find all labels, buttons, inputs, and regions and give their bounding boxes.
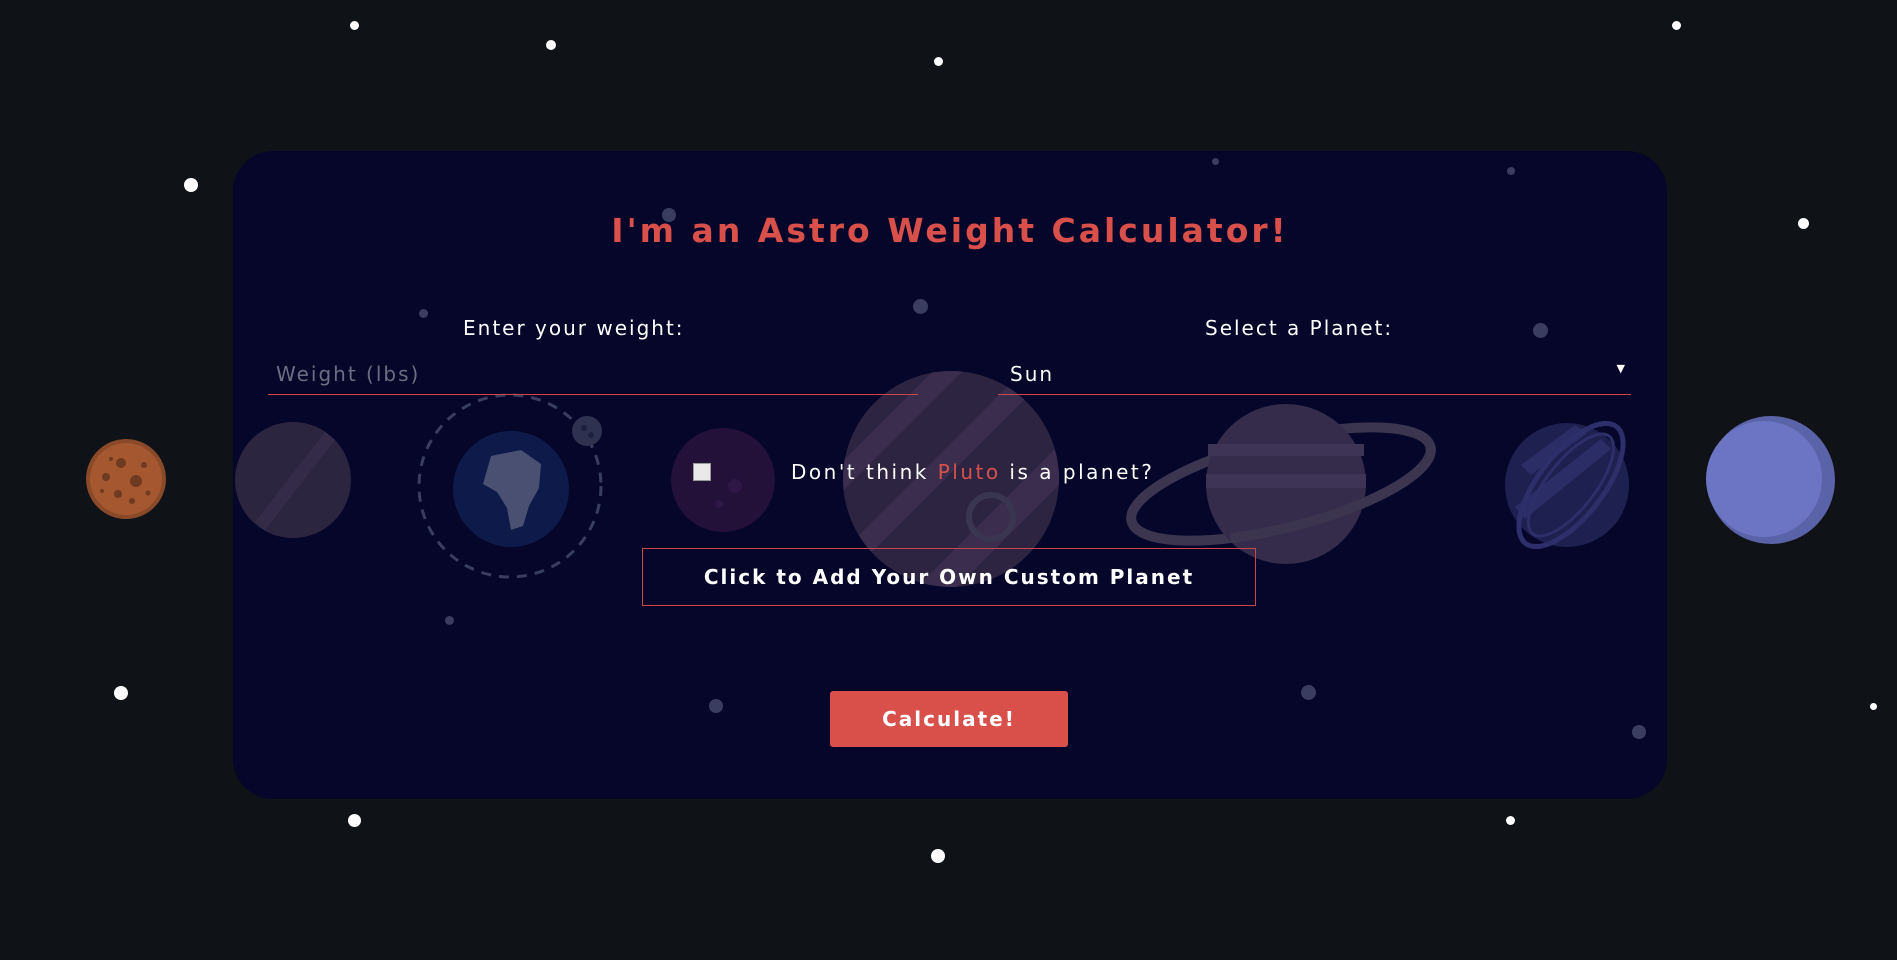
- planet-label: Select a Planet:: [1205, 316, 1394, 340]
- star: [419, 309, 428, 318]
- calculator-card: I'm an Astro Weight Calculator! Enter yo…: [233, 151, 1667, 799]
- weight-label: Enter your weight:: [463, 316, 685, 340]
- star: [348, 814, 361, 827]
- star: [114, 686, 128, 700]
- chevron-down-icon: ▼: [1616, 362, 1625, 375]
- weight-input[interactable]: [268, 353, 918, 395]
- pluto-checkbox[interactable]: [693, 463, 711, 481]
- pluto-label-after: is a planet?: [1000, 460, 1155, 484]
- neptune-icon: [1706, 416, 1835, 544]
- pluto-highlight: Pluto: [937, 460, 1001, 484]
- venus-icon: [235, 422, 351, 538]
- star: [1212, 158, 1219, 165]
- page-title: I'm an Astro Weight Calculator!: [611, 211, 1289, 250]
- star: [1672, 21, 1681, 30]
- earth-icon: [417, 393, 603, 579]
- star: [1301, 685, 1316, 700]
- star: [931, 849, 945, 863]
- star: [1533, 323, 1548, 338]
- star: [350, 21, 359, 30]
- calculate-button[interactable]: Calculate!: [830, 691, 1068, 747]
- star: [1798, 218, 1809, 229]
- planet-select-value: Sun: [1010, 362, 1055, 386]
- star: [1507, 167, 1515, 175]
- add-custom-planet-button[interactable]: Click to Add Your Own Custom Planet: [642, 548, 1256, 606]
- uranus-icon: [1505, 420, 1629, 550]
- star: [709, 699, 723, 713]
- saturn-icon: [1126, 404, 1436, 564]
- star: [1632, 725, 1646, 739]
- star: [546, 40, 556, 50]
- star: [1870, 703, 1877, 710]
- star: [934, 57, 943, 66]
- mercury-icon: [86, 439, 166, 519]
- star: [1506, 816, 1515, 825]
- pluto-label: Don't think Pluto is a planet?: [791, 460, 1154, 484]
- pluto-label-before: Don't think: [791, 460, 938, 484]
- star: [445, 616, 454, 625]
- pluto-row: Don't think Pluto is a planet?: [693, 456, 1154, 488]
- planet-select[interactable]: Sun ▼: [998, 353, 1631, 395]
- star: [184, 178, 198, 192]
- star: [913, 299, 928, 314]
